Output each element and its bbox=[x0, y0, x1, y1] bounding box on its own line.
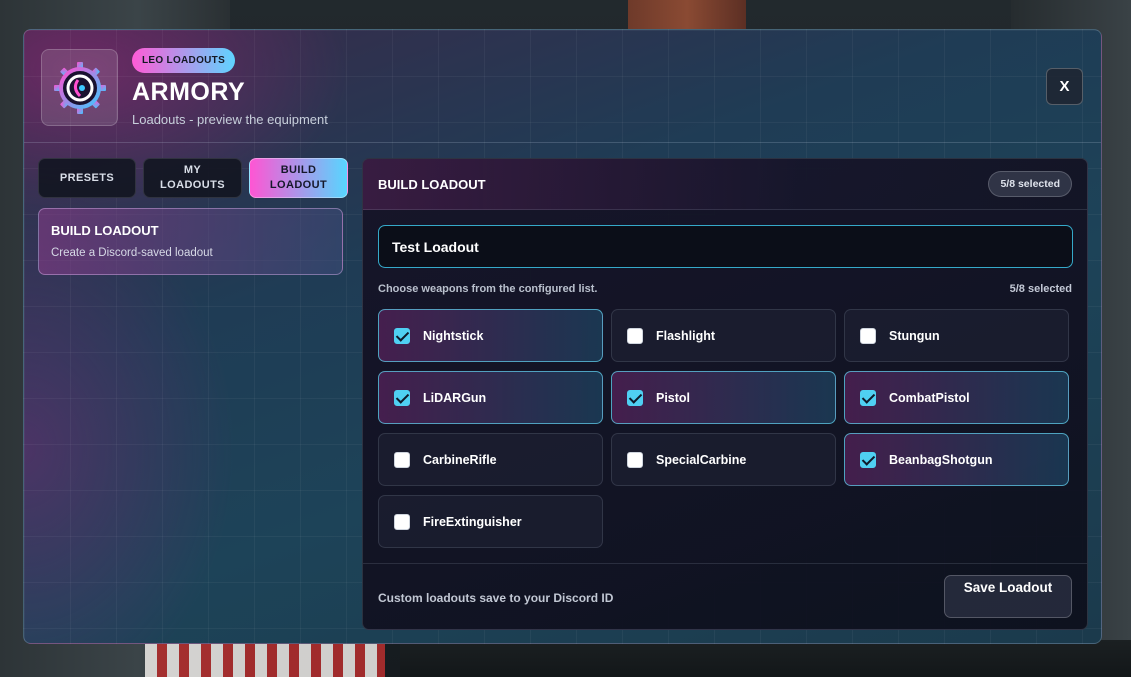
builder-header: BUILD LOADOUT 5/8 selected bbox=[363, 159, 1087, 210]
tab-my-loadouts[interactable]: MY LOADOUTS bbox=[143, 158, 242, 198]
checkbox-icon[interactable] bbox=[394, 328, 410, 344]
page-subtitle: Loadouts - preview the equipment bbox=[132, 112, 328, 127]
weapon-label: CombatPistol bbox=[889, 391, 970, 405]
background-object-top bbox=[628, 0, 746, 30]
weapon-option[interactable]: Nightstick bbox=[378, 309, 603, 362]
checkbox-icon[interactable] bbox=[627, 390, 643, 406]
side-card-build-loadout[interactable]: BUILD LOADOUT Create a Discord-saved loa… bbox=[38, 208, 343, 275]
weapons-selected-count: 5/8 selected bbox=[1009, 283, 1072, 295]
weapon-label: Pistol bbox=[656, 391, 691, 405]
weapon-option[interactable]: Flashlight bbox=[611, 309, 836, 362]
checkbox-icon[interactable] bbox=[394, 390, 410, 406]
tab-build-loadout[interactable]: BUILD LOADOUT bbox=[249, 158, 348, 198]
checkbox-icon[interactable] bbox=[860, 452, 876, 468]
weapon-label: FireExtinguisher bbox=[423, 515, 522, 529]
builder-footer: Custom loadouts save to your Discord ID … bbox=[363, 563, 1087, 629]
weapon-label: Nightstick bbox=[423, 329, 484, 343]
weapon-option[interactable]: CombatPistol bbox=[844, 371, 1069, 424]
weapon-label: BeanbagShotgun bbox=[889, 453, 993, 467]
checkbox-icon[interactable] bbox=[860, 328, 876, 344]
checkbox-icon[interactable] bbox=[860, 390, 876, 406]
weapon-option[interactable]: BeanbagShotgun bbox=[844, 433, 1069, 486]
weapons-hint: Choose weapons from the configured list. bbox=[378, 283, 598, 295]
page-title: ARMORY bbox=[132, 78, 246, 106]
side-card-title: BUILD LOADOUT bbox=[51, 223, 159, 238]
checkbox-icon[interactable] bbox=[394, 452, 410, 468]
footer-note: Custom loadouts save to your Discord ID bbox=[378, 591, 614, 605]
weapon-label: CarbineRifle bbox=[423, 453, 497, 467]
weapon-label: Stungun bbox=[889, 329, 940, 343]
panel-header: LEO LOADOUTS ARMORY Loadouts - preview t… bbox=[24, 30, 1101, 143]
weapon-option[interactable]: Pistol bbox=[611, 371, 836, 424]
weapon-grid: Nightstick Flashlight Stungun LiDARGun P… bbox=[378, 309, 1073, 548]
weapon-label: Flashlight bbox=[656, 329, 716, 343]
selected-count-badge: 5/8 selected bbox=[988, 171, 1072, 197]
close-button[interactable]: X bbox=[1046, 68, 1083, 105]
weapon-label: LiDARGun bbox=[423, 391, 487, 405]
close-icon: X bbox=[1059, 78, 1070, 95]
weapon-option[interactable]: SpecialCarbine bbox=[611, 433, 836, 486]
weapon-label: SpecialCarbine bbox=[656, 453, 747, 467]
tab-presets[interactable]: PRESETS bbox=[38, 158, 136, 198]
tab-label: MY LOADOUTS bbox=[160, 164, 225, 191]
tab-label: BUILD LOADOUT bbox=[269, 164, 328, 191]
side-card-subtitle: Create a Discord-saved loadout bbox=[51, 247, 213, 259]
weapon-option[interactable]: CarbineRifle bbox=[378, 433, 603, 486]
checkbox-icon[interactable] bbox=[394, 514, 410, 530]
checkbox-icon[interactable] bbox=[627, 452, 643, 468]
weapon-option[interactable]: LiDARGun bbox=[378, 371, 603, 424]
weapon-option[interactable]: FireExtinguisher bbox=[378, 495, 603, 548]
armory-panel: LEO LOADOUTS ARMORY Loadouts - preview t… bbox=[23, 29, 1102, 644]
app-badge: LEO LOADOUTS bbox=[132, 48, 236, 73]
checkbox-icon[interactable] bbox=[627, 328, 643, 344]
builder-title: BUILD LOADOUT bbox=[378, 177, 486, 192]
weapon-option[interactable]: Stungun bbox=[844, 309, 1069, 362]
build-loadout-panel: BUILD LOADOUT 5/8 selected Choose weapon… bbox=[362, 158, 1088, 630]
background-floor bbox=[400, 640, 1131, 677]
background-seat bbox=[145, 640, 385, 677]
loadout-name-input[interactable] bbox=[378, 225, 1073, 268]
cyber-gear-logo-icon bbox=[53, 61, 106, 114]
logo bbox=[41, 49, 118, 126]
tab-label: PRESETS bbox=[59, 171, 115, 184]
save-loadout-button[interactable]: Save Loadout bbox=[944, 575, 1072, 618]
